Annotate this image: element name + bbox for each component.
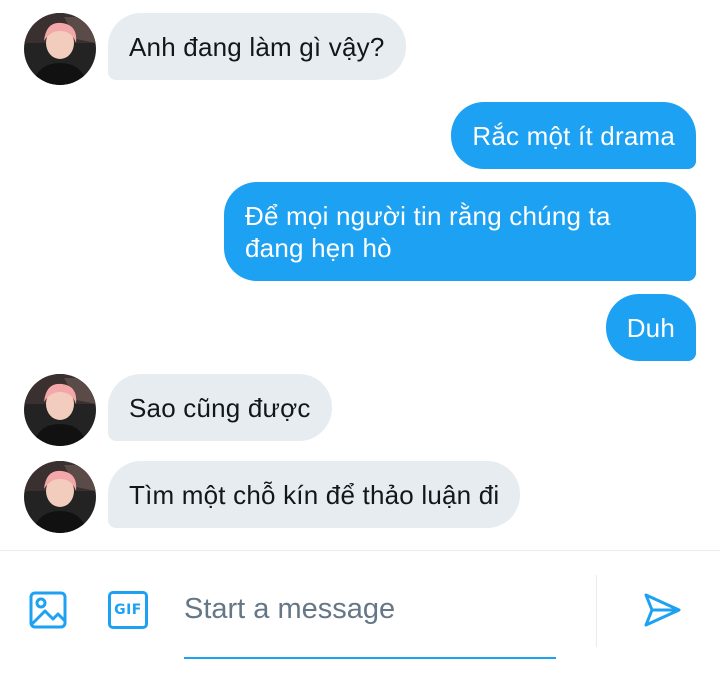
- avatar[interactable]: [24, 374, 96, 446]
- message-bubble-outgoing[interactable]: Rắc một ít drama: [451, 102, 696, 169]
- send-icon: [644, 593, 681, 627]
- avatar-image: [24, 13, 96, 85]
- message-bubble-outgoing[interactable]: Để mọi người tin rằng chúng ta đang hẹn …: [224, 182, 696, 281]
- message-input[interactable]: [184, 587, 556, 659]
- gif-icon: GIF: [108, 591, 148, 629]
- avatar[interactable]: [24, 461, 96, 533]
- image-icon: [29, 591, 67, 629]
- message-text: Sao cũng được: [129, 393, 311, 423]
- message-bubble-incoming[interactable]: Anh đang làm gì vậy?: [108, 13, 406, 80]
- message-list: Anh đang làm gì vậy? Rắc một ít drama Để…: [0, 0, 720, 550]
- message-bubble-incoming[interactable]: Sao cũng được: [108, 374, 332, 441]
- message-text: Duh: [626, 313, 675, 343]
- message-composer: GIF: [0, 550, 720, 675]
- add-photo-button[interactable]: [26, 588, 70, 632]
- add-gif-button[interactable]: GIF: [106, 588, 150, 632]
- send-button[interactable]: [640, 588, 684, 632]
- avatar[interactable]: [24, 13, 96, 85]
- avatar-image: [24, 461, 96, 533]
- avatar-image: [24, 374, 96, 446]
- message-text: Anh đang làm gì vậy?: [129, 32, 385, 62]
- message-text: Tìm một chỗ kín để thảo luận đi: [129, 480, 500, 510]
- message-bubble-outgoing[interactable]: Duh: [605, 294, 696, 361]
- composer-divider: [596, 575, 597, 647]
- message-bubble-incoming[interactable]: Tìm một chỗ kín để thảo luận đi: [108, 461, 521, 528]
- dm-conversation-screen: Anh đang làm gì vậy? Rắc một ít drama Để…: [0, 0, 720, 675]
- message-text: Để mọi người tin rằng chúng ta đang hẹn …: [245, 201, 611, 263]
- message-text: Rắc một ít drama: [472, 121, 675, 151]
